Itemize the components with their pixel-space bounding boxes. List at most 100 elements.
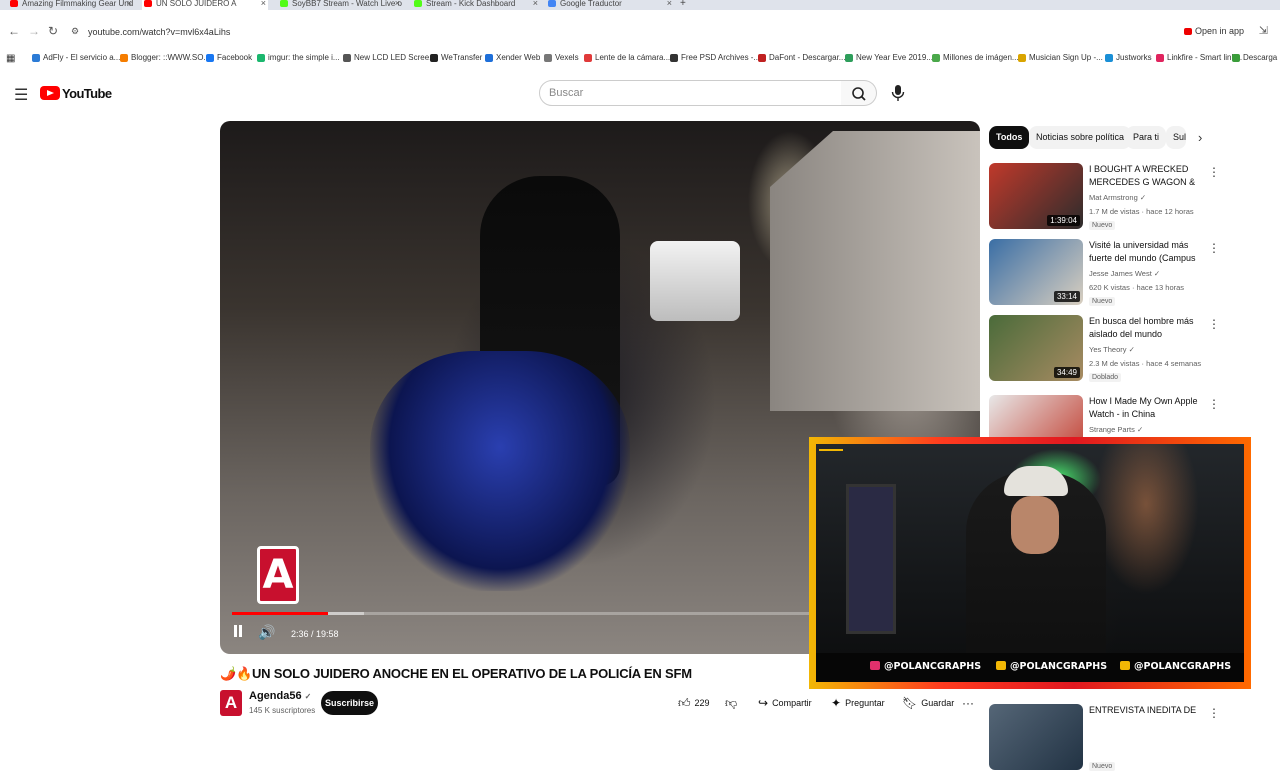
bookmark-label: DaFont - Descargar... (769, 53, 846, 62)
bookmark-item[interactable]: Blogger: ::WWW.SO... (120, 53, 210, 62)
recommendation-title[interactable]: ENTREVISTA INEDITA DE (1089, 704, 1204, 717)
like-button[interactable]: 👍︎ 229 (678, 691, 710, 715)
more-options-icon[interactable]: ⋮ (1208, 165, 1220, 179)
reload-icon[interactable]: ↻ (48, 24, 58, 38)
chip-more[interactable]: Sul (1166, 126, 1186, 149)
bookmark-item[interactable]: DaFont - Descargar... (758, 53, 845, 62)
recommendation-title[interactable]: I BOUGHT A WRECKED MERCEDES G WAGON & ..… (1089, 163, 1204, 191)
chevron-right-icon[interactable]: › (1198, 130, 1202, 145)
recommendation-title[interactable]: How I Made My Own Apple Watch - in China (1089, 395, 1204, 421)
video-thumbnail[interactable]: 1:39:04 (989, 163, 1083, 229)
browser-tab-active[interactable]: UN SOLO JUIDERO A × (142, 0, 268, 10)
bookmark-item[interactable]: Free PSD Archives -... (670, 53, 760, 62)
bookmark-label: imgur: the simple i... (268, 53, 340, 62)
recommendation-item[interactable]: 34:49 En busca del hombre más aislado del… (989, 315, 1229, 385)
share-button[interactable]: ↪ Compartir (758, 691, 812, 715)
recommendation-channel[interactable]: Yes Theory ✓ (1089, 345, 1135, 354)
webcam-feed (816, 444, 1244, 682)
recommendation-title[interactable]: En busca del hombre más aislado del mund… (1089, 315, 1204, 341)
recommendation-channel[interactable]: Mat Armstrong ✓ (1089, 193, 1146, 202)
bookmark-favicon-icon (758, 54, 766, 62)
search-input[interactable]: Buscar (539, 80, 842, 106)
bookmark-favicon-icon (1156, 54, 1164, 62)
recommendation-item[interactable]: 33:14 Visité la universidad más fuerte de… (989, 239, 1229, 309)
close-tab-icon[interactable]: × (395, 0, 400, 8)
youtube-logo[interactable]: YouTube (40, 85, 112, 101)
search-button[interactable] (841, 80, 877, 106)
recommendation-channel[interactable]: Strange Parts ✓ (1089, 425, 1143, 434)
recommendation-item[interactable]: 1:39:04 I BOUGHT A WRECKED MERCEDES G WAG… (989, 163, 1229, 233)
bookmark-item[interactable]: AdFly - El servicio a... (32, 53, 120, 62)
bookmark-item[interactable]: Facebook (206, 53, 252, 62)
bookmark-item[interactable]: imgur: the simple i... (257, 53, 340, 62)
handle-text: @POLANCGRAPHS (1134, 661, 1232, 672)
chip-para-ti[interactable]: Para ti (1126, 126, 1167, 149)
video-duration: 34:49 (1053, 367, 1080, 378)
browser-tab[interactable]: SoyBB7 Stream - Watch Live on × (278, 0, 402, 10)
back-icon[interactable]: ← (8, 24, 20, 38)
recommendation-channel[interactable]: Jesse James West ✓ (1089, 269, 1160, 278)
channel-avatar[interactable]: A (220, 690, 242, 716)
bookmark-label: Lente de la cámara... (595, 53, 671, 62)
bookmark-item[interactable]: Justworks (1105, 53, 1152, 62)
volume-icon[interactable]: 🔊 (258, 624, 275, 641)
video-thumbnail[interactable]: 34:49 (989, 315, 1083, 381)
bookmark-label: Linkfire - Smart link... (1167, 53, 1243, 62)
url-field[interactable]: youtube.com/watch?v=mvl6x4aLihs (88, 27, 230, 37)
bookmark-item[interactable]: Vexels (544, 53, 579, 62)
tab-label: SoyBB7 Stream - Watch Live on (292, 0, 402, 8)
menu-icon[interactable]: ☰ (14, 85, 28, 105)
more-options-icon[interactable]: ⋮ (1208, 397, 1220, 411)
recommendation-meta: 620 K vistas · hace 13 horas (1089, 283, 1185, 292)
more-options-icon[interactable]: ⋮ (1208, 241, 1220, 255)
subscribe-button[interactable]: Suscribirse (321, 691, 378, 715)
video-thumbnail[interactable]: 33:14 (989, 239, 1083, 305)
bookmark-item[interactable]: New Year Eve 2019... (845, 53, 933, 62)
save-button[interactable]: 🔖︎ Guardar (902, 691, 954, 715)
bookmark-item[interactable]: Musician Sign Up -... (1018, 53, 1103, 62)
site-info-icon[interactable]: ⚙ (71, 26, 79, 37)
chip-noticias[interactable]: Noticias sobre política (1029, 126, 1132, 149)
bookmark-item[interactable]: Millones de imágen... (932, 53, 1019, 62)
close-tab-icon[interactable]: × (261, 0, 266, 8)
close-tab-icon[interactable]: × (533, 0, 538, 8)
bookmark-label: Xender Web (496, 53, 541, 62)
more-options-icon[interactable]: ⋮ (1208, 317, 1220, 331)
bookmark-item[interactable]: Xender Web (485, 53, 540, 62)
dislike-button[interactable]: 👎︎ (725, 691, 741, 715)
chip-todos[interactable]: Todos (989, 126, 1030, 149)
bookmark-item[interactable]: Lente de la cámara... (584, 53, 670, 62)
bookmark-item[interactable]: Linkfire - Smart link... (1156, 53, 1242, 62)
voice-search-button[interactable] (886, 80, 910, 106)
video-frame-truck (650, 241, 740, 321)
recommendation-item[interactable]: ENTREVISTA INEDITA DE Nuevo ⋮ (989, 704, 1229, 774)
apps-grid-icon[interactable]: ▦ (6, 53, 15, 64)
bookmark-item[interactable]: WeTransfer (430, 53, 482, 62)
video-thumbnail[interactable] (989, 704, 1083, 770)
browser-tab[interactable]: Google Traductor × (546, 0, 674, 10)
new-tab-button[interactable]: + (678, 0, 698, 10)
instagram-icon (870, 661, 880, 670)
open-in-app-button[interactable]: Open in app (1183, 26, 1244, 36)
browser-tab[interactable]: Stream - Kick Dashboard × (412, 0, 540, 10)
video-frame-motorcycle (370, 351, 630, 591)
install-app-icon[interactable]: ⇲ (1259, 24, 1268, 37)
bookmark-label: AdFly - El servicio a... (43, 53, 121, 62)
close-tab-icon[interactable]: × (127, 0, 132, 8)
bookmark-favicon-icon (343, 54, 351, 62)
more-actions-button[interactable]: ··· (962, 691, 974, 715)
browser-tab[interactable]: Amazing Filmmaking Gear Und × (8, 0, 134, 10)
close-tab-icon[interactable]: × (667, 0, 672, 8)
ask-button[interactable]: ✦ Preguntar (831, 691, 885, 715)
more-options-icon[interactable]: ⋮ (1208, 706, 1220, 720)
webcam-face-shape (1011, 496, 1059, 554)
channel-name[interactable]: Agenda56 ✓ (249, 690, 311, 702)
bookmark-item[interactable]: New LCD LED Scree... (343, 53, 436, 62)
bookmark-favicon-icon (584, 54, 592, 62)
forward-icon[interactable]: → (28, 24, 40, 38)
bookmark-favicon-icon (257, 54, 265, 62)
bookmark-item[interactable]: Descarga (1232, 53, 1277, 62)
recommendation-title[interactable]: Visité la universidad más fuerte del mun… (1089, 239, 1204, 267)
pause-icon[interactable] (232, 624, 244, 638)
tab-label: Google Traductor (560, 0, 622, 8)
